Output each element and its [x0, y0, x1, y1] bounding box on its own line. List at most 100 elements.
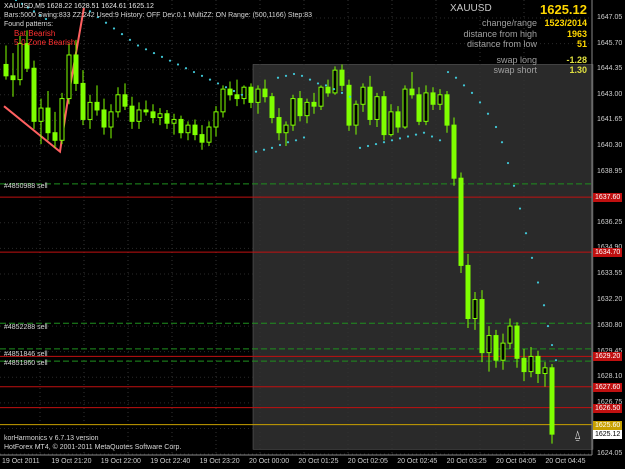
- candle-body: [52, 132, 58, 141]
- sar-dot: [478, 101, 482, 104]
- candle-body: [213, 111, 219, 128]
- panel-symbol: XAUUSD: [450, 3, 492, 14]
- candle-body: [451, 124, 457, 179]
- time-tick-label: 19 Oct 21:20: [51, 458, 92, 465]
- candle-body: [346, 84, 352, 126]
- found-patterns-label: Found patterns:: [4, 21, 54, 28]
- sar-dot: [406, 135, 410, 138]
- candle-body: [549, 367, 555, 435]
- candle-body: [73, 54, 79, 84]
- candle-body: [38, 107, 44, 122]
- sar-dot: [546, 324, 550, 328]
- candle-body: [122, 94, 128, 107]
- price-level-tag: 1634.70: [593, 248, 623, 258]
- sar-dot: [358, 146, 362, 149]
- order-label[interactable]: #4852288 sell: [4, 324, 48, 331]
- candle-body: [143, 109, 149, 113]
- candle-body: [115, 94, 121, 113]
- candle-body: [430, 92, 436, 105]
- candle-body: [416, 94, 422, 122]
- candle-body: [486, 335, 492, 354]
- candle-body: [10, 75, 16, 81]
- sar-dot: [524, 232, 528, 235]
- candle-body: [87, 101, 93, 120]
- candle-body: [500, 342, 506, 361]
- candle-body: [24, 43, 30, 69]
- sar-dot: [550, 343, 554, 347]
- candle-body: [248, 86, 254, 103]
- candle-body: [472, 299, 478, 319]
- candle-body: [17, 43, 23, 81]
- panel-row-label: change/range: [481, 18, 537, 28]
- candle-body: [66, 54, 72, 100]
- candle-body: [171, 118, 177, 124]
- sar-dot: [462, 84, 466, 87]
- price-level-tag: 1625.60: [593, 420, 623, 430]
- sar-dot: [128, 38, 132, 41]
- sar-dot: [224, 86, 228, 89]
- candle-body: [353, 103, 359, 126]
- sar-dot: [200, 74, 204, 77]
- pattern-bat-bearish: Bat Bearish: [14, 29, 56, 38]
- sar-dot: [454, 76, 458, 79]
- sar-dot: [216, 82, 220, 85]
- candle-body: [311, 101, 317, 107]
- price-tick-label: 1647.05: [597, 14, 623, 21]
- sar-dot: [286, 141, 290, 144]
- candle-body: [101, 109, 107, 128]
- sar-dot: [422, 131, 426, 134]
- sar-dot: [176, 63, 180, 66]
- time-tick-label: 20 Oct 00:00: [249, 458, 290, 465]
- sar-dot: [486, 112, 490, 115]
- candle-body: [542, 367, 548, 374]
- sar-dot: [382, 141, 386, 144]
- candle-body: [521, 357, 527, 373]
- candle-body: [325, 86, 331, 94]
- candle-body: [535, 355, 541, 374]
- candle-body: [227, 88, 233, 96]
- order-label[interactable]: #4851860 sell: [4, 360, 48, 367]
- sar-dot: [446, 70, 450, 74]
- sar-dot: [14, 0, 18, 2]
- price-tick-label: 1624.05: [597, 450, 623, 458]
- sar-dot: [430, 135, 434, 138]
- candle-body: [206, 126, 212, 143]
- candle-body: [360, 86, 366, 105]
- candle-body: [367, 86, 373, 120]
- price-tick-label: 1638.95: [597, 167, 623, 175]
- chart-shift-icon[interactable]: ⍙: [574, 428, 581, 443]
- candle-body: [164, 113, 170, 124]
- sar-dot: [530, 256, 534, 259]
- sar-dot: [470, 91, 474, 94]
- candle-body: [381, 96, 387, 136]
- candle-body: [395, 111, 401, 128]
- order-label[interactable]: #4851846 sell: [4, 351, 48, 358]
- candle-body: [276, 117, 282, 134]
- order-label[interactable]: #4850988 sell: [4, 183, 48, 190]
- sar-dot: [262, 148, 266, 151]
- candle-body: [374, 96, 380, 120]
- footer-copyright: HotForex MT4, © 2001-2011 MetaQuotes Sof…: [4, 444, 182, 451]
- sar-dot: [438, 139, 442, 142]
- candle-body: [465, 264, 471, 319]
- candle-body: [59, 98, 65, 141]
- time-tick-label: 19 Oct 2011: [2, 458, 40, 465]
- candle-body: [185, 124, 191, 134]
- sar-dot: [300, 74, 304, 77]
- sar-dot: [332, 88, 336, 91]
- candle-body: [150, 111, 156, 119]
- candle-body: [409, 88, 415, 96]
- panel-row-value: 1963: [566, 29, 587, 39]
- panel-row-label: distance from high: [463, 29, 537, 39]
- candle-body: [283, 124, 289, 134]
- sar-dot: [192, 70, 196, 74]
- candle-body: [528, 355, 534, 373]
- panel-row-value: 1.30: [569, 65, 587, 75]
- footer-indicator-version: korHarmonics v 6.7.13 version: [4, 435, 99, 442]
- sar-dot: [152, 51, 156, 55]
- candle-body: [80, 82, 86, 120]
- candle-body: [304, 101, 310, 117]
- candle-body: [479, 299, 485, 354]
- price-tick-label: 1633.55: [597, 269, 623, 277]
- sar-dot: [240, 93, 244, 96]
